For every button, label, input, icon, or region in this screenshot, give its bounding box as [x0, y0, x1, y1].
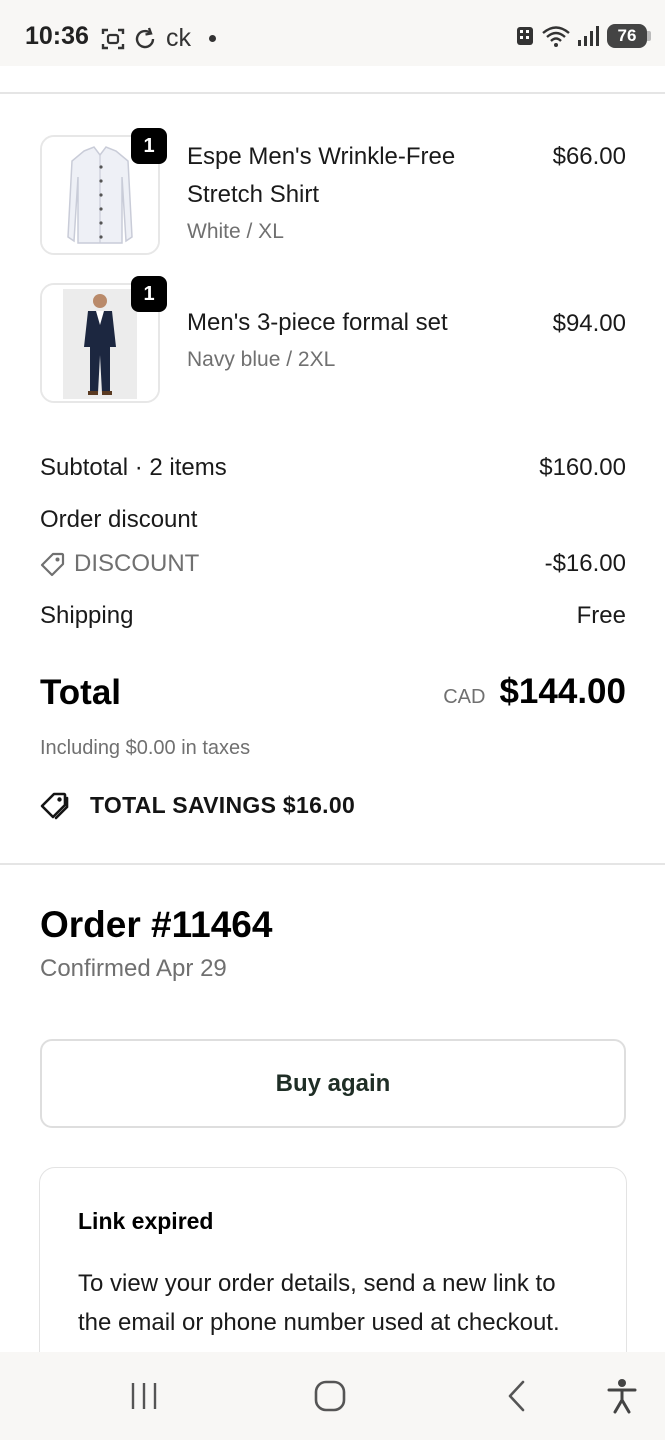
item-price: $94.00 [552, 310, 626, 337]
order-title: Order #11464 [40, 904, 273, 945]
accessibility-icon [607, 1379, 637, 1414]
back-icon [508, 1380, 525, 1412]
status-icons-right: 76 [515, 24, 651, 48]
line-item-shirt: 1 Espe Men's Wrinkle-Free Stretch Shirt … [40, 128, 626, 265]
subtotal-value: $160.00 [539, 454, 626, 481]
notification-dot [209, 35, 216, 42]
total-amount: CAD $144.00 [443, 672, 626, 712]
discount-value: -$16.00 [544, 550, 626, 577]
savings-text: TOTAL SAVINGS $16.00 [90, 791, 356, 818]
total-value: $144.00 [499, 672, 626, 711]
line-item-suit: 1 Men's 3-piece formal set Navy blue / 2… [40, 276, 626, 405]
order-confirmed-date: Confirmed Apr 29 [40, 955, 227, 982]
home-icon [314, 1380, 346, 1412]
status-icons-left: ck [100, 24, 216, 53]
accessibility-button[interactable] [597, 1372, 647, 1420]
item-name: Espe Men's Wrinkle-Free Stretch Shirt [187, 143, 456, 208]
signal-icon [578, 26, 599, 46]
status-bar: 10:36 ck 76 [0, 0, 665, 66]
total-savings: TOTAL SAVINGS $16.00 [40, 790, 355, 820]
status-app-text: ck [166, 24, 191, 52]
item-variant: Navy blue / 2XL [187, 348, 336, 371]
tag-icon [40, 552, 65, 577]
screenshot-icon [101, 28, 125, 49]
currency-code: CAD [443, 686, 486, 708]
card-body: To view your order details, send a new l… [78, 1270, 560, 1336]
item-name: Men's 3-piece formal set [187, 309, 448, 336]
recent-apps-icon [131, 1383, 157, 1409]
home-button[interactable] [305, 1372, 355, 1420]
subtotal-label: Subtotal · 2 items [40, 454, 227, 481]
section-divider [0, 863, 665, 865]
battery-icon: 76 [607, 24, 651, 48]
savings-tag-icon [40, 792, 69, 820]
order-discount-label: Order discount [40, 506, 198, 533]
card-title: Link expired [78, 1208, 214, 1234]
quantity-badge: 1 [131, 276, 167, 312]
wifi-icon [542, 26, 570, 47]
navigation-bar [0, 1352, 665, 1440]
shipping-value: Free [576, 602, 626, 629]
status-time: 10:36 [25, 22, 89, 50]
top-divider [0, 92, 665, 94]
recent-apps-button[interactable] [119, 1372, 169, 1420]
discount-code-row: DISCOUNT [40, 550, 199, 578]
item-variant: White / XL [187, 220, 284, 243]
taxes-note: Including $0.00 in taxes [40, 737, 251, 759]
sync-icon [135, 27, 155, 48]
shipping-label: Shipping [40, 602, 134, 629]
quantity-badge: 1 [131, 128, 167, 164]
discount-code: DISCOUNT [74, 550, 200, 577]
building-icon [517, 27, 533, 45]
buy-again-button[interactable]: Buy again [40, 1039, 626, 1128]
back-button[interactable] [492, 1372, 542, 1420]
total-label: Total [40, 673, 122, 712]
item-price: $66.00 [552, 143, 626, 170]
